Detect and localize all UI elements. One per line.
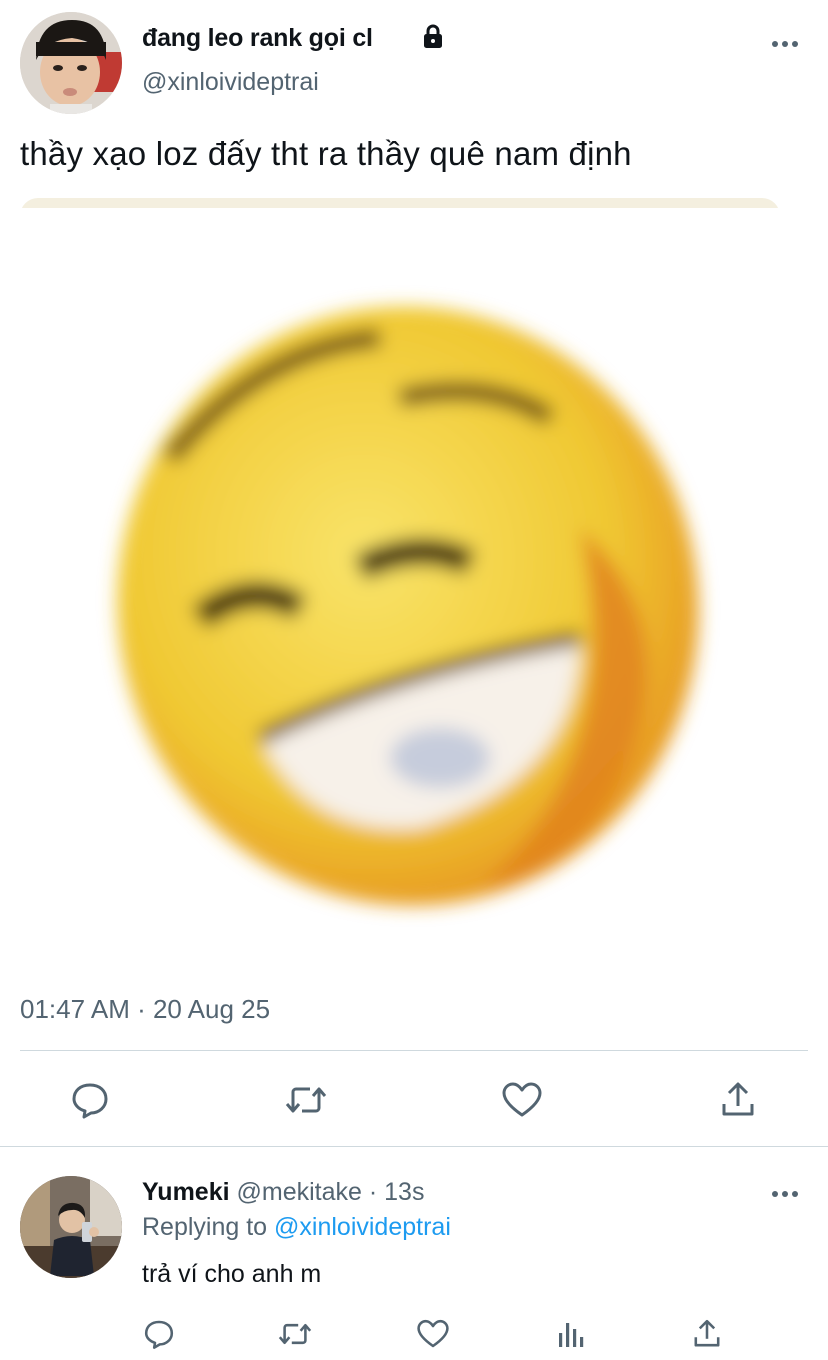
tweet-text: thầy xạo loz đấy tht ra thầy quê nam địn… xyxy=(20,135,632,172)
divider xyxy=(0,1146,828,1147)
reply-reply-icon[interactable] xyxy=(140,1316,178,1352)
reply-like-icon[interactable] xyxy=(413,1316,453,1352)
reply-author-avatar[interactable] xyxy=(20,1176,122,1278)
retweet-icon[interactable] xyxy=(282,1076,330,1124)
more-options-icon[interactable] xyxy=(768,34,802,54)
divider xyxy=(20,1050,808,1051)
author-avatar[interactable] xyxy=(20,12,122,114)
like-icon[interactable] xyxy=(498,1076,546,1124)
reply-share-icon[interactable] xyxy=(688,1316,726,1352)
reply-icon[interactable] xyxy=(66,1076,114,1124)
analytics-icon[interactable] xyxy=(552,1316,590,1352)
reply-more-options-icon[interactable] xyxy=(768,1184,802,1204)
reply-display-name[interactable]: Yumeki xyxy=(142,1178,230,1206)
lock-icon xyxy=(424,24,442,48)
reply-text: trả ví cho anh m xyxy=(142,1260,322,1288)
blurry-laughing-emoji-icon xyxy=(20,198,780,906)
tweet-timestamp[interactable]: 01:47 AM · 20 Aug 25 xyxy=(20,994,270,1025)
tweet-media-image[interactable] xyxy=(20,198,780,976)
share-icon[interactable] xyxy=(714,1076,762,1124)
replying-to-line: Replying to @xinloivideptrai xyxy=(142,1213,451,1242)
replying-to-mention[interactable]: @xinloivideptrai xyxy=(274,1213,451,1241)
author-handle[interactable]: @xinloivideptrai xyxy=(142,68,319,97)
replying-to-prefix: Replying to xyxy=(142,1213,268,1241)
reply-retweet-icon[interactable] xyxy=(275,1316,315,1352)
reply-meta: @mekitake · 13s xyxy=(236,1178,425,1206)
reply-header: Yumeki @mekitake · 13s xyxy=(142,1178,424,1207)
author-display-name[interactable]: đang leo rank gọi cl xyxy=(142,24,373,53)
